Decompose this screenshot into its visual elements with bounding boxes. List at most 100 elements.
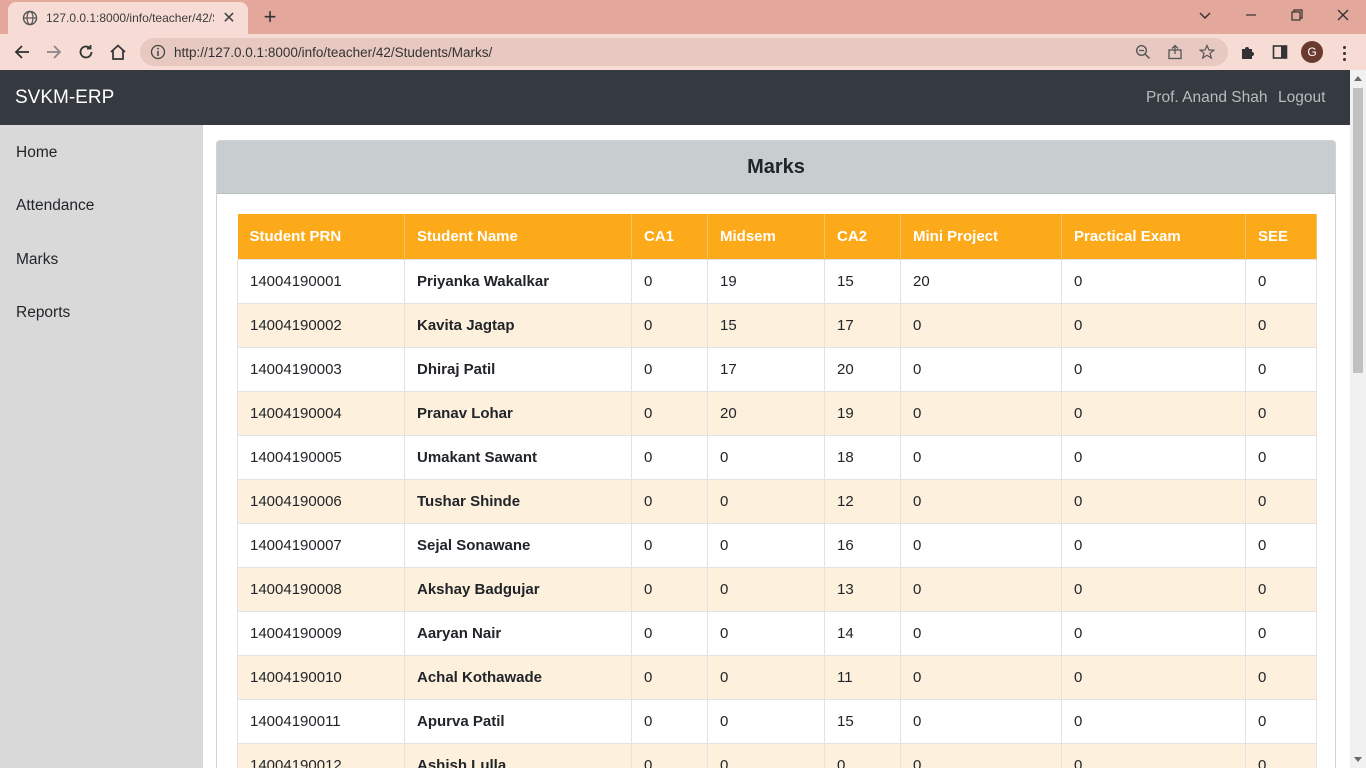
new-tab-icon[interactable]: + (258, 4, 282, 29)
card-header: Marks (217, 141, 1335, 194)
tab-title: 127.0.0.1:8000/info/teacher/42/S (46, 11, 214, 25)
brand-link[interactable]: SVKM-ERP (15, 87, 114, 109)
col-student-prn-cell: 14004190001 (237, 258, 405, 303)
col-ca2-cell: 14 (824, 610, 901, 655)
scrollbar-thumb[interactable] (1353, 88, 1363, 373)
col-midsem-cell: 0 (707, 566, 825, 611)
col-student-name-cell: Aaryan Nair (404, 610, 632, 655)
col-ca2-cell: 15 (824, 258, 901, 303)
sidebar-item-attendance[interactable]: Attendance (16, 197, 94, 215)
table-row: 14004190006 Tushar Shinde 0 0 12 0 0 0 (237, 478, 1317, 523)
table-row: 14004190010 Achal Kothawade 0 0 11 0 0 0 (237, 654, 1317, 699)
col-mini-project-cell: 0 (900, 654, 1062, 699)
share-icon[interactable] (1166, 43, 1184, 61)
col-student-name-header: Student Name (404, 214, 632, 259)
col-ca2-cell: 15 (824, 698, 901, 743)
tab-search-chevron-icon[interactable] (1190, 4, 1220, 26)
col-midsem-cell: 0 (707, 742, 825, 768)
col-midsem-cell: 17 (707, 346, 825, 391)
col-mini-project-cell: 0 (900, 566, 1062, 611)
col-mini-project-cell: 0 (900, 390, 1062, 435)
table-row: 14004190007 Sejal Sonawane 0 0 16 0 0 0 (237, 522, 1317, 567)
sidebar-item-marks[interactable]: Marks (16, 251, 58, 269)
col-ca2-cell: 16 (824, 522, 901, 567)
restore-icon[interactable] (1282, 4, 1312, 26)
col-midsem-cell: 19 (707, 258, 825, 303)
col-student-name-cell: Pranav Lohar (404, 390, 632, 435)
scroll-up-arrow-icon[interactable] (1354, 76, 1362, 81)
col-see-cell: 0 (1245, 654, 1317, 699)
table-row: 14004190005 Umakant Sawant 0 0 18 0 0 0 (237, 434, 1317, 479)
col-practical-exam-header: Practical Exam (1061, 214, 1246, 259)
scroll-down-arrow-icon[interactable] (1354, 757, 1362, 762)
zoom-icon[interactable] (1134, 43, 1152, 61)
col-ca2-cell: 20 (824, 346, 901, 391)
col-see-cell: 0 (1245, 566, 1317, 611)
col-see-cell: 0 (1245, 610, 1317, 655)
home-icon[interactable] (106, 40, 130, 64)
side-panel-icon[interactable] (1270, 42, 1290, 62)
col-ca1-cell: 0 (631, 654, 708, 699)
col-student-name-cell: Apurva Patil (404, 698, 632, 743)
col-student-prn-cell: 14004190005 (237, 434, 405, 479)
sidebar-item-home[interactable]: Home (16, 144, 57, 162)
col-student-prn-cell: 14004190010 (237, 654, 405, 699)
close-window-icon[interactable] (1328, 4, 1358, 26)
browser-tab[interactable]: 127.0.0.1:8000/info/teacher/42/S ✕ (8, 2, 248, 34)
col-student-name-cell: Dhiraj Patil (404, 346, 632, 391)
col-see-cell: 0 (1245, 522, 1317, 567)
page-scrollbar[interactable] (1350, 70, 1366, 768)
sidebar-item-reports[interactable]: Reports (16, 304, 70, 322)
forward-arrow-icon[interactable] (42, 40, 66, 64)
table-row: 14004190002 Kavita Jagtap 0 15 17 0 0 0 (237, 302, 1317, 347)
col-ca1-cell: 0 (631, 434, 708, 479)
col-midsem-cell: 0 (707, 478, 825, 523)
col-midsem-cell: 15 (707, 302, 825, 347)
browser-toolbar: http://127.0.0.1:8000/info/teacher/42/St… (0, 34, 1366, 70)
bookmark-star-icon[interactable] (1198, 43, 1216, 61)
col-practical-exam-cell: 0 (1061, 434, 1246, 479)
col-see-cell: 0 (1245, 258, 1317, 303)
close-tab-icon[interactable]: ✕ (220, 9, 238, 27)
col-see-cell: 0 (1245, 346, 1317, 391)
col-ca2-cell: 0 (824, 742, 901, 768)
table-row: 14004190012 Ashish Lulla 0 0 0 0 0 0 (237, 742, 1317, 768)
browser-menu-icon[interactable] (1338, 44, 1350, 62)
col-practical-exam-cell: 0 (1061, 522, 1246, 567)
extensions-puzzle-icon[interactable] (1238, 42, 1258, 62)
col-mini-project-header: Mini Project (900, 214, 1062, 259)
back-arrow-icon[interactable] (10, 40, 34, 64)
app-navbar: SVKM-ERP Prof. Anand Shah Logout (0, 70, 1350, 125)
table-row: 14004190008 Akshay Badgujar 0 0 13 0 0 0 (237, 566, 1317, 611)
table-row: 14004190009 Aaryan Nair 0 0 14 0 0 0 (237, 610, 1317, 655)
main-content: Marks Student PRN Student Name CA1 Midsem CA… (203, 125, 1350, 768)
col-ca1-cell: 0 (631, 566, 708, 611)
col-ca1-header: CA1 (631, 214, 708, 259)
col-student-prn-cell: 14004190012 (237, 742, 405, 768)
url-text: http://127.0.0.1:8000/info/teacher/42/St… (174, 45, 493, 60)
minimize-icon[interactable] (1236, 4, 1266, 26)
logout-link[interactable]: Logout (1278, 89, 1325, 107)
marks-card: Marks Student PRN Student Name CA1 Midsem CA… (216, 140, 1336, 768)
col-student-prn-cell: 14004190004 (237, 390, 405, 435)
col-see-cell: 0 (1245, 302, 1317, 347)
col-student-name-cell: Tushar Shinde (404, 478, 632, 523)
col-student-name-cell: Kavita Jagtap (404, 302, 632, 347)
col-see-cell: 0 (1245, 698, 1317, 743)
col-student-prn-cell: 14004190007 (237, 522, 405, 567)
col-ca2-cell: 19 (824, 390, 901, 435)
table-row: 14004190004 Pranav Lohar 0 20 19 0 0 0 (237, 390, 1317, 435)
col-midsem-cell: 0 (707, 522, 825, 567)
col-ca1-cell: 0 (631, 478, 708, 523)
col-practical-exam-cell: 0 (1061, 654, 1246, 699)
col-mini-project-cell: 0 (900, 698, 1062, 743)
reload-icon[interactable] (74, 40, 98, 64)
col-mini-project-cell: 0 (900, 478, 1062, 523)
profile-avatar[interactable]: G (1301, 41, 1323, 63)
col-midsem-cell: 0 (707, 434, 825, 479)
col-student-prn-header: Student PRN (237, 214, 405, 259)
address-bar[interactable]: http://127.0.0.1:8000/info/teacher/42/St… (140, 38, 1228, 66)
col-mini-project-cell: 0 (900, 434, 1062, 479)
site-info-icon[interactable] (150, 44, 166, 60)
user-name-link[interactable]: Prof. Anand Shah (1146, 89, 1268, 107)
